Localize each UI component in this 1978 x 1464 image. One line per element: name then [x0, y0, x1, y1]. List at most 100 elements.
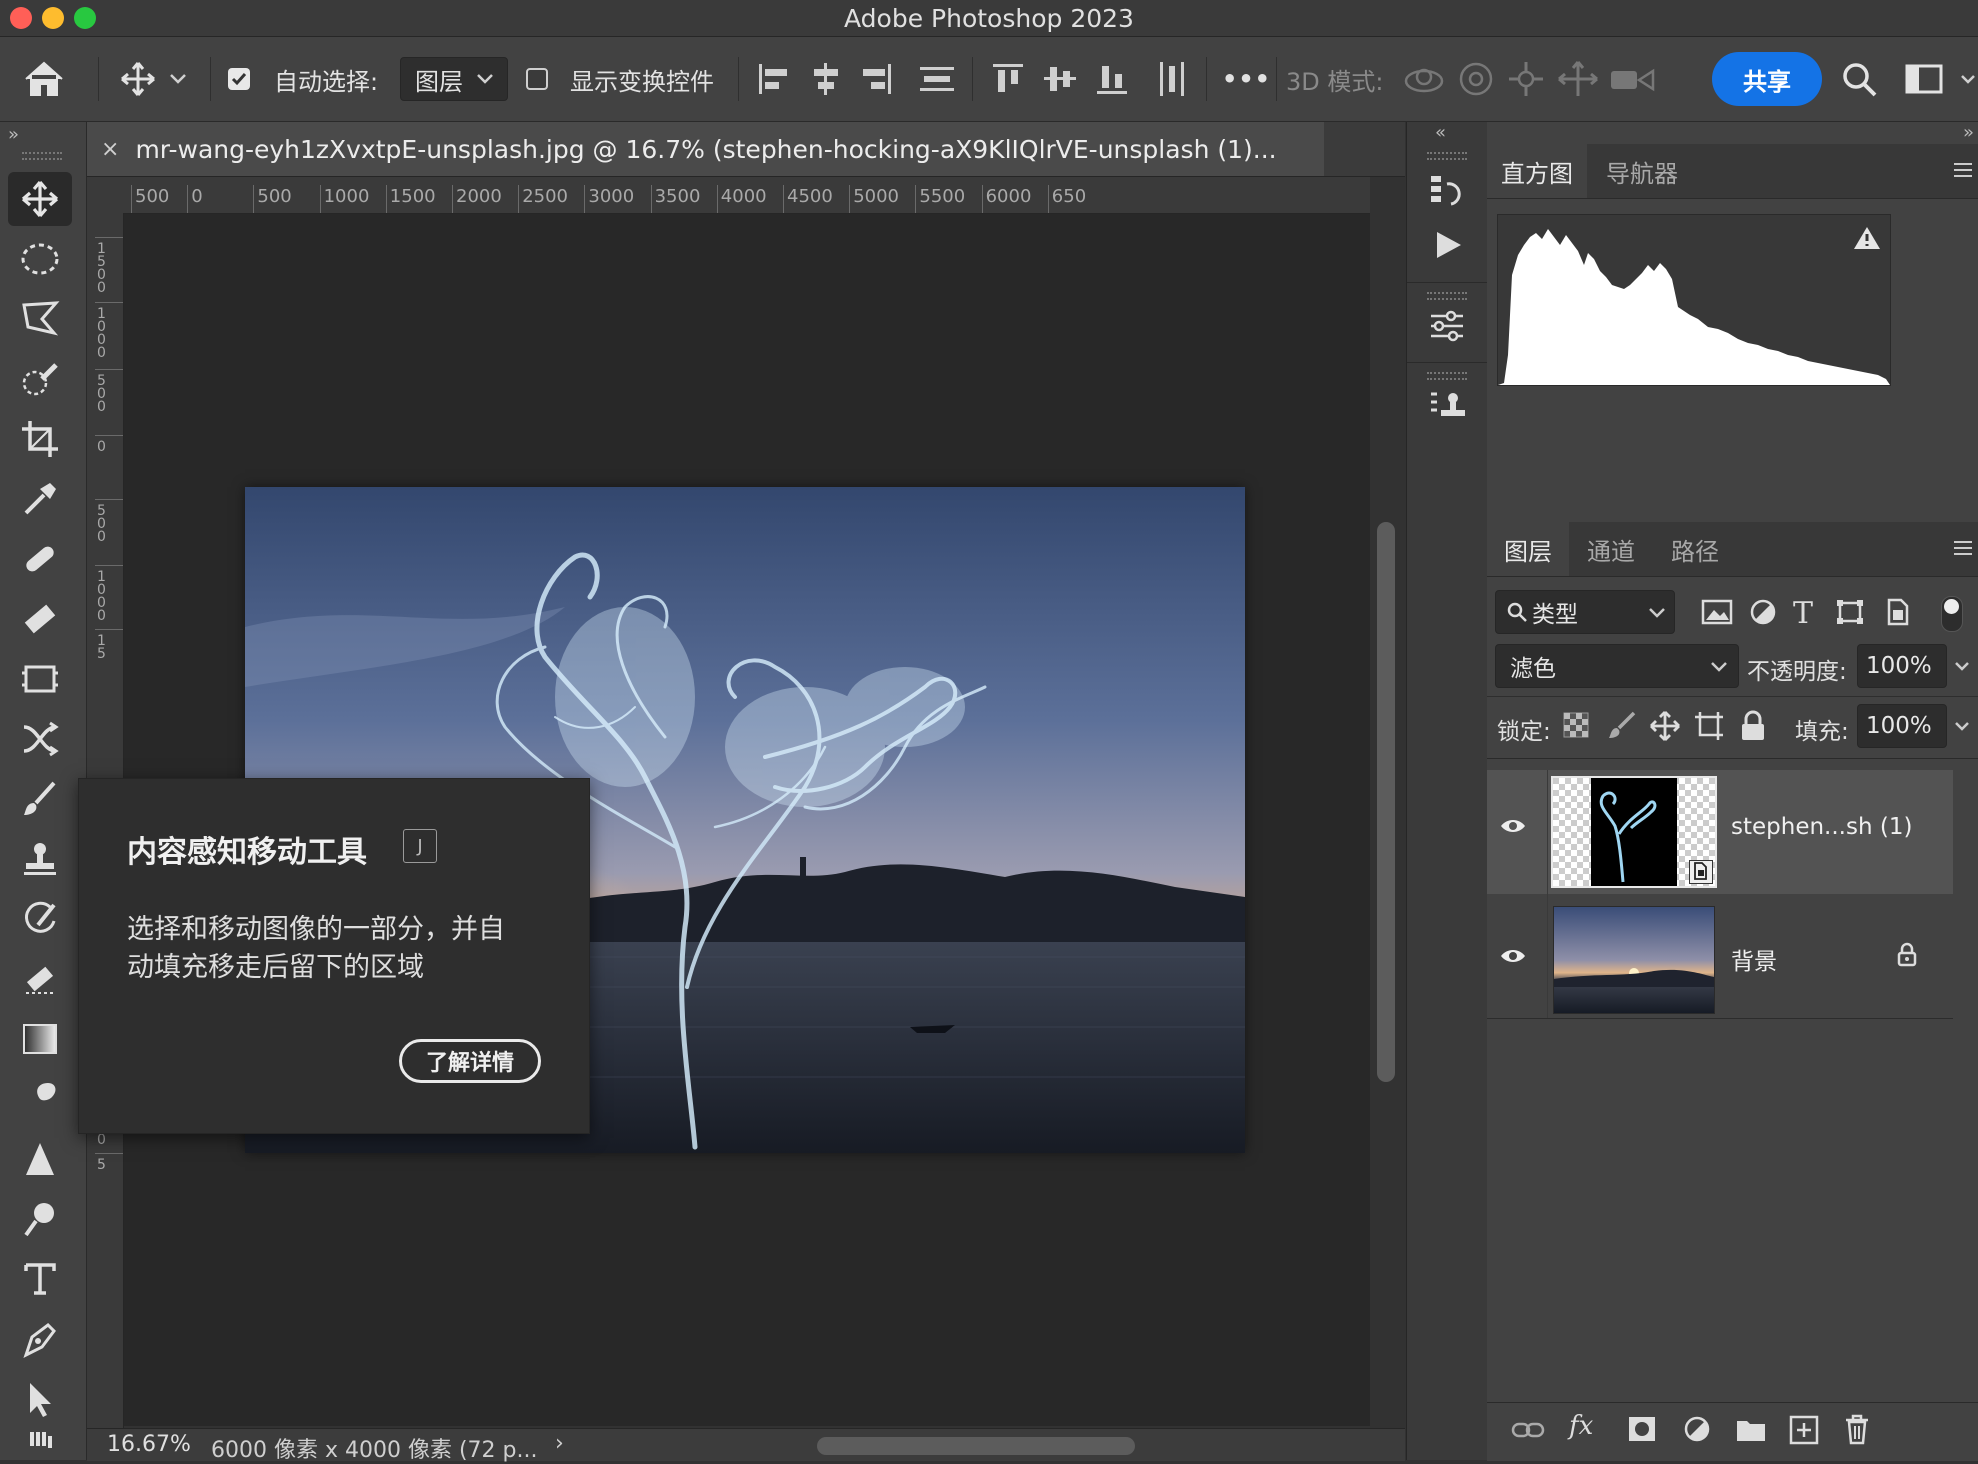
close-tab-icon[interactable]: × [101, 137, 119, 162]
home-button[interactable] [22, 37, 82, 121]
zoom-level[interactable]: 16.67% [107, 1432, 191, 1457]
vertical-scrollbar[interactable] [1371, 177, 1405, 1428]
layer-row[interactable]: stephen...sh (1) [1487, 770, 1953, 895]
layer-row[interactable]: 背景 [1487, 894, 1953, 1019]
lock-transparent-pixels-button[interactable] [1563, 712, 1589, 738]
adjustments-panel-button[interactable] [1427, 306, 1467, 346]
move-tool[interactable] [8, 172, 72, 226]
show-transform-checkbox[interactable] [526, 37, 548, 121]
brush-eraser-tool[interactable] [8, 592, 72, 646]
vertical-scroll-thumb[interactable] [1377, 522, 1395, 1082]
layer-name[interactable]: 背景 [1731, 942, 1777, 976]
collapse-panels-icon[interactable]: » [1963, 122, 1974, 143]
align-bottom-button[interactable] [1094, 37, 1130, 121]
grip-handle[interactable] [22, 152, 62, 160]
lock-artboard-button[interactable] [1693, 710, 1725, 742]
polygonal-lasso-tool[interactable] [8, 292, 72, 346]
quick-selection-tool[interactable] [8, 352, 72, 406]
layer-lock-icon[interactable] [1895, 942, 1919, 968]
content-aware-move-tool[interactable] [8, 712, 72, 766]
search-button[interactable] [1840, 37, 1878, 121]
blend-mode-dropdown[interactable]: 滤色 [1495, 644, 1739, 688]
tab-paths[interactable]: 路径 [1653, 522, 1737, 576]
auto-select-checkbox[interactable] [228, 37, 250, 121]
horizontal-scroll-thumb[interactable] [817, 1437, 1135, 1455]
grip-handle[interactable] [1427, 152, 1467, 160]
align-vertical-center-button[interactable] [1042, 37, 1078, 121]
new-group-button[interactable] [1735, 1415, 1767, 1443]
hand-tool[interactable] [8, 1432, 72, 1460]
document-info[interactable]: 6000 像素 x 4000 像素 (72 p... [211, 1432, 537, 1464]
filter-toggle-switch[interactable] [1941, 596, 1963, 632]
distribute-vertical-button[interactable] [918, 37, 956, 121]
tab-layers[interactable]: 图层 [1487, 522, 1569, 576]
filter-shape-layers-button[interactable] [1835, 598, 1865, 626]
filter-pixel-layers-button[interactable] [1701, 598, 1733, 626]
layer-thumbnail[interactable] [1551, 776, 1717, 888]
share-button[interactable]: 共享 [1712, 52, 1822, 106]
new-layer-button[interactable] [1789, 1415, 1819, 1445]
panel-menu-button[interactable] [1952, 538, 1974, 558]
filter-smart-objects-button[interactable] [1885, 598, 1911, 626]
lock-position-button[interactable] [1649, 710, 1681, 742]
clone-stamp-tool[interactable] [8, 832, 72, 886]
distribute-horizontal-button[interactable] [1154, 37, 1190, 121]
document-tab[interactable]: × mr-wang-eyh1zXvxtpE-unsplash.jpg @ 16.… [87, 122, 1324, 176]
horizontal-ruler[interactable]: 500 0 500 1000 1500 2000 2500 3000 3500 4000 4500 5… [87, 177, 1370, 214]
history-brush-tool[interactable] [8, 892, 72, 946]
artboard-tool[interactable] [8, 652, 72, 706]
warning-triangle-icon[interactable] [1852, 225, 1882, 251]
dodge-tool[interactable] [8, 1192, 72, 1246]
panel-menu-button[interactable] [1952, 160, 1974, 180]
add-mask-button[interactable] [1627, 1415, 1657, 1443]
layer-filter-dropdown[interactable]: 类型 [1495, 590, 1675, 634]
spot-healing-brush-tool[interactable] [8, 532, 72, 586]
layer-style-button[interactable]: fx [1569, 1411, 1593, 1441]
align-top-button[interactable] [990, 37, 1026, 121]
move-tool-preset-picker[interactable] [118, 37, 198, 121]
align-horizontal-center-button[interactable] [808, 37, 844, 121]
lock-all-button[interactable] [1739, 710, 1767, 742]
tab-channels[interactable]: 通道 [1569, 522, 1653, 576]
align-left-button[interactable] [756, 37, 792, 121]
tab-histogram[interactable]: 直方图 [1487, 144, 1587, 198]
layer-visibility-toggle[interactable] [1499, 816, 1527, 836]
fill-slider-toggle[interactable] [1949, 704, 1975, 748]
actions-panel-button[interactable] [1431, 228, 1465, 262]
new-adjustment-layer-button[interactable] [1683, 1415, 1713, 1445]
filter-adjustment-layers-button[interactable] [1749, 598, 1777, 626]
collapse-toolbar-icon[interactable]: » [8, 124, 19, 145]
tab-navigator[interactable]: 导航器 [1587, 144, 1697, 198]
align-right-button[interactable] [858, 37, 894, 121]
eyedropper-tool[interactable] [8, 472, 72, 526]
elliptical-marquee-tool[interactable] [8, 232, 72, 286]
3d-slide-button[interactable] [1556, 37, 1600, 121]
clone-source-panel-button[interactable] [1427, 386, 1467, 426]
more-options-button[interactable]: ••• [1222, 37, 1271, 121]
lock-image-pixels-button[interactable] [1607, 710, 1637, 740]
brush-tool[interactable] [8, 772, 72, 826]
opacity-input[interactable]: 100% [1857, 644, 1947, 688]
type-tool[interactable] [8, 1252, 72, 1306]
learn-more-button[interactable]: 了解详情 [399, 1039, 541, 1083]
3d-roll-button[interactable] [1456, 37, 1496, 121]
workspace-switcher-button[interactable] [1904, 37, 1976, 121]
auto-select-target-dropdown[interactable]: 图层 [400, 57, 508, 101]
layer-thumbnail[interactable] [1553, 906, 1715, 1014]
3d-orbit-button[interactable] [1402, 37, 1446, 121]
link-layers-button[interactable] [1511, 1417, 1545, 1443]
fill-input[interactable]: 100% [1857, 704, 1947, 748]
path-selection-tool[interactable] [8, 1372, 72, 1426]
chevron-right-icon[interactable]: › [555, 1431, 564, 1456]
filter-type-layers-button[interactable]: T [1793, 596, 1813, 631]
3d-scale-button[interactable] [1608, 37, 1656, 121]
crop-tool[interactable] [8, 412, 72, 466]
gradient-tool[interactable] [8, 1012, 72, 1066]
sharpen-tool[interactable] [8, 1132, 72, 1186]
smudge-tool[interactable] [8, 1072, 72, 1126]
delete-layer-button[interactable] [1843, 1413, 1871, 1445]
grip-handle[interactable] [1427, 372, 1467, 380]
expand-dock-icon[interactable]: « [1435, 122, 1446, 143]
opacity-slider-toggle[interactable] [1949, 644, 1975, 688]
pen-tool[interactable] [8, 1312, 72, 1366]
